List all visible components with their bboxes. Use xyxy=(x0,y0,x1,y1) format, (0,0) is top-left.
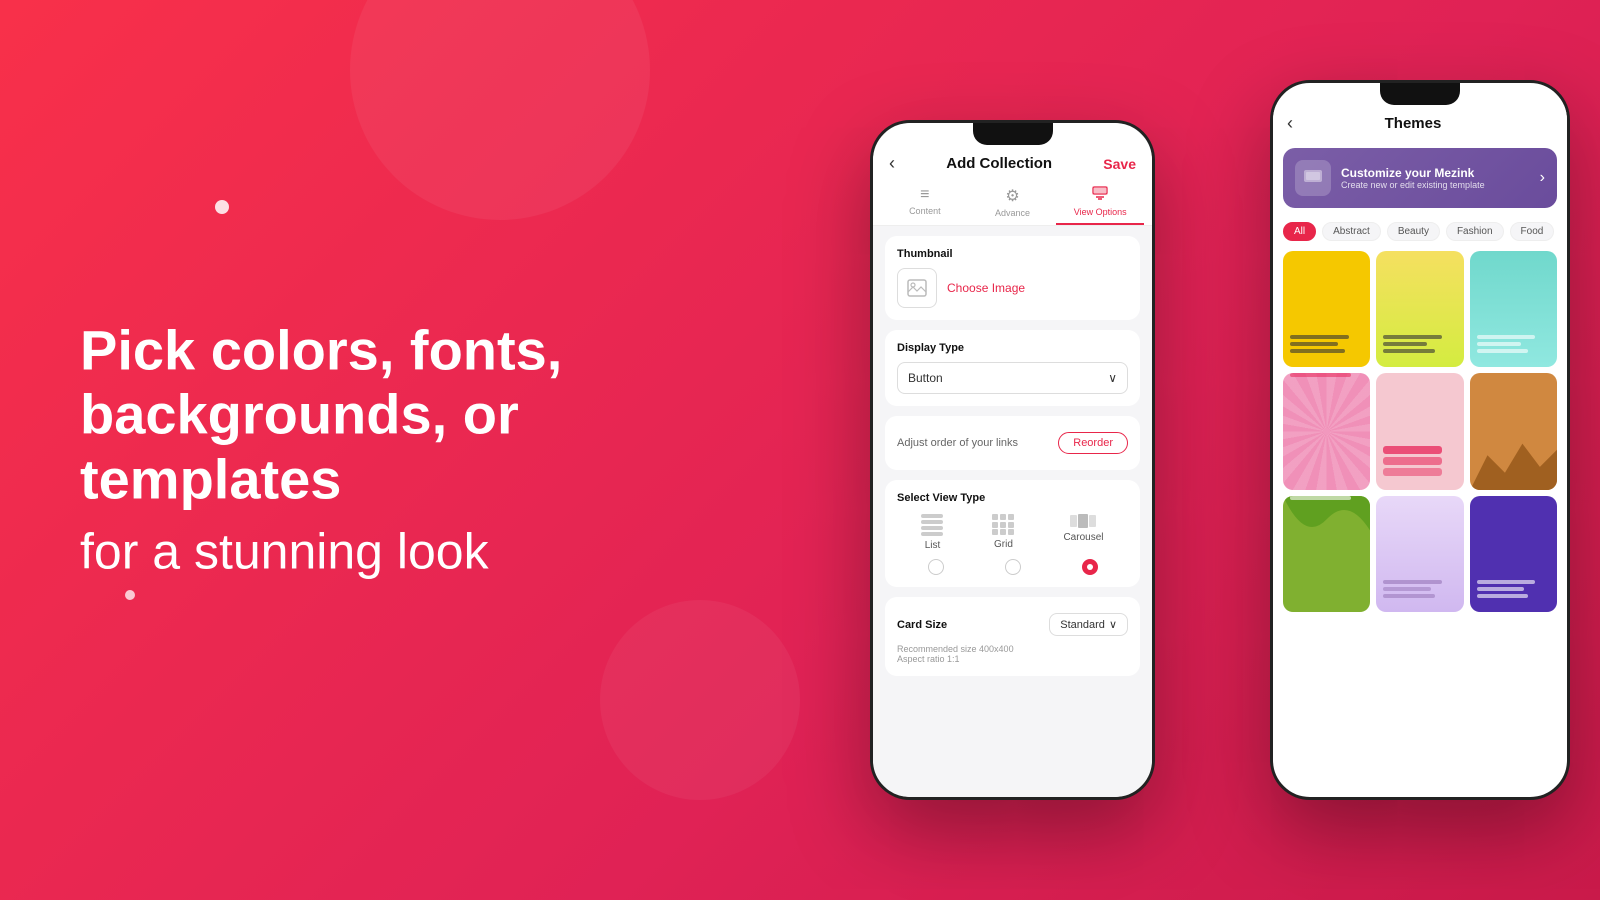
phones-container: ‹ Add Collection Save ≡ Content ⚙ Advanc… xyxy=(870,60,1570,880)
phone-add-collection: ‹ Add Collection Save ≡ Content ⚙ Advanc… xyxy=(870,120,1155,800)
card-size-row: Card Size Standard ∨ xyxy=(897,609,1128,640)
headline-line3: for a stunning look xyxy=(80,522,760,582)
phone1-content: Thumbnail Choose Image xyxy=(873,226,1152,797)
view-type-radios xyxy=(897,559,1128,575)
card-size-dropdown[interactable]: Standard ∨ xyxy=(1049,613,1128,636)
filter-fashion[interactable]: Fashion xyxy=(1446,222,1504,241)
banner-left: Customize your Mezink Create new or edit… xyxy=(1295,160,1485,196)
tab-advance[interactable]: ⚙ Advance xyxy=(969,186,1057,225)
filter-all[interactable]: All xyxy=(1283,222,1316,241)
view-option-grid[interactable]: Grid xyxy=(992,514,1014,551)
decorative-dot-1 xyxy=(215,200,229,214)
thumbnail-area: Choose Image xyxy=(897,268,1128,308)
theme-card-pink-rays[interactable] xyxy=(1283,373,1370,489)
radio-carousel[interactable] xyxy=(1082,559,1098,575)
tab-advance-label: Advance xyxy=(995,208,1030,218)
carousel-label: Carousel xyxy=(1063,532,1103,543)
thumbnail-section: Thumbnail Choose Image xyxy=(885,236,1140,320)
display-type-dropdown[interactable]: Button ∨ xyxy=(897,362,1128,394)
display-type-chevron: ∨ xyxy=(1108,371,1117,385)
theme-grid xyxy=(1273,247,1567,616)
decorative-dot-2 xyxy=(125,590,135,600)
view-type-section: Select View Type List xyxy=(885,480,1140,587)
theme-card-cyan[interactable] xyxy=(1470,251,1557,367)
thumbnail-label: Thumbnail xyxy=(897,248,1128,260)
filter-pills: All Abstract Beauty Fashion Food xyxy=(1273,216,1567,247)
phone2-header: ‹ Themes xyxy=(1273,105,1567,140)
reorder-text: Adjust order of your links xyxy=(897,437,1018,449)
carousel-icon xyxy=(1070,514,1096,528)
banner-title: Customize your Mezink xyxy=(1341,166,1485,180)
phone-notch-1 xyxy=(973,123,1053,145)
headline-line1: Pick colors, fonts, xyxy=(80,318,562,381)
banner-text: Customize your Mezink Create new or edit… xyxy=(1341,166,1485,190)
reorder-row: Adjust order of your links Reorder xyxy=(897,428,1128,458)
recommend-text: Recommended size 400x400 Aspect ratio 1:… xyxy=(897,644,1128,664)
headline-line2: backgrounds, or templates xyxy=(80,383,519,510)
banner-icon xyxy=(1295,160,1331,196)
save-button[interactable]: Save xyxy=(1103,156,1136,172)
reorder-button[interactable]: Reorder xyxy=(1058,432,1128,454)
view-type-label: Select View Type xyxy=(897,492,1128,504)
themes-back-button[interactable]: ‹ xyxy=(1287,113,1293,134)
banner-subtitle: Create new or edit existing template xyxy=(1341,180,1485,190)
tab-view-options-label: View Options xyxy=(1074,207,1127,217)
theme-card-lavender[interactable] xyxy=(1376,496,1463,612)
list-icon xyxy=(921,514,943,536)
card-size-value: Standard xyxy=(1060,619,1105,631)
card-size-label: Card Size xyxy=(897,619,947,631)
grid-icon xyxy=(992,514,1014,535)
themes-title: Themes xyxy=(1385,115,1442,132)
filter-abstract[interactable]: Abstract xyxy=(1322,222,1381,241)
tab-content-label: Content xyxy=(909,206,941,216)
customize-banner[interactable]: Customize your Mezink Create new or edit… xyxy=(1283,148,1557,208)
left-text-block: Pick colors, fonts, backgrounds, or temp… xyxy=(80,318,760,581)
advance-icon: ⚙ xyxy=(1005,186,1019,206)
card-size-section: Card Size Standard ∨ Recommended size 40… xyxy=(885,597,1140,676)
grid-label: Grid xyxy=(994,539,1013,550)
view-type-options: List xyxy=(897,514,1128,551)
phone1-title: Add Collection xyxy=(946,155,1052,172)
theme-card-yellow-green[interactable] xyxy=(1376,251,1463,367)
phone1-header: ‹ Add Collection Save xyxy=(873,145,1152,180)
display-type-label: Display Type xyxy=(897,342,1128,354)
choose-image-button[interactable]: Choose Image xyxy=(947,281,1025,295)
card-size-chevron: ∨ xyxy=(1109,618,1117,631)
radio-grid[interactable] xyxy=(1005,559,1021,575)
list-label: List xyxy=(925,540,941,551)
theme-card-green[interactable] xyxy=(1283,496,1370,612)
tab-view-options[interactable]: View Options xyxy=(1056,186,1144,225)
display-type-section: Display Type Button ∨ xyxy=(885,330,1140,406)
reorder-section: Adjust order of your links Reorder xyxy=(885,416,1140,470)
back-button[interactable]: ‹ xyxy=(889,153,895,174)
theme-card-red-bars[interactable] xyxy=(1376,373,1463,489)
filter-beauty[interactable]: Beauty xyxy=(1387,222,1440,241)
view-options-icon xyxy=(1092,186,1108,205)
tab-content[interactable]: ≡ Content xyxy=(881,186,969,225)
theme-card-yellow[interactable] xyxy=(1283,251,1370,367)
display-type-value: Button xyxy=(908,371,943,385)
banner-arrow: › xyxy=(1540,169,1545,187)
phone-notch-2 xyxy=(1380,83,1460,105)
theme-card-purple[interactable] xyxy=(1470,496,1557,612)
phone1-tabs: ≡ Content ⚙ Advance xyxy=(873,180,1152,226)
thumbnail-box xyxy=(897,268,937,308)
view-option-carousel[interactable]: Carousel xyxy=(1063,514,1103,551)
theme-card-brown[interactable] xyxy=(1470,373,1557,489)
view-option-list[interactable]: List xyxy=(921,514,943,551)
phone-themes: ‹ Themes Customize your Mezink Create ne… xyxy=(1270,80,1570,800)
filter-food[interactable]: Food xyxy=(1510,222,1555,241)
content-icon: ≡ xyxy=(920,186,929,204)
radio-list[interactable] xyxy=(928,559,944,575)
